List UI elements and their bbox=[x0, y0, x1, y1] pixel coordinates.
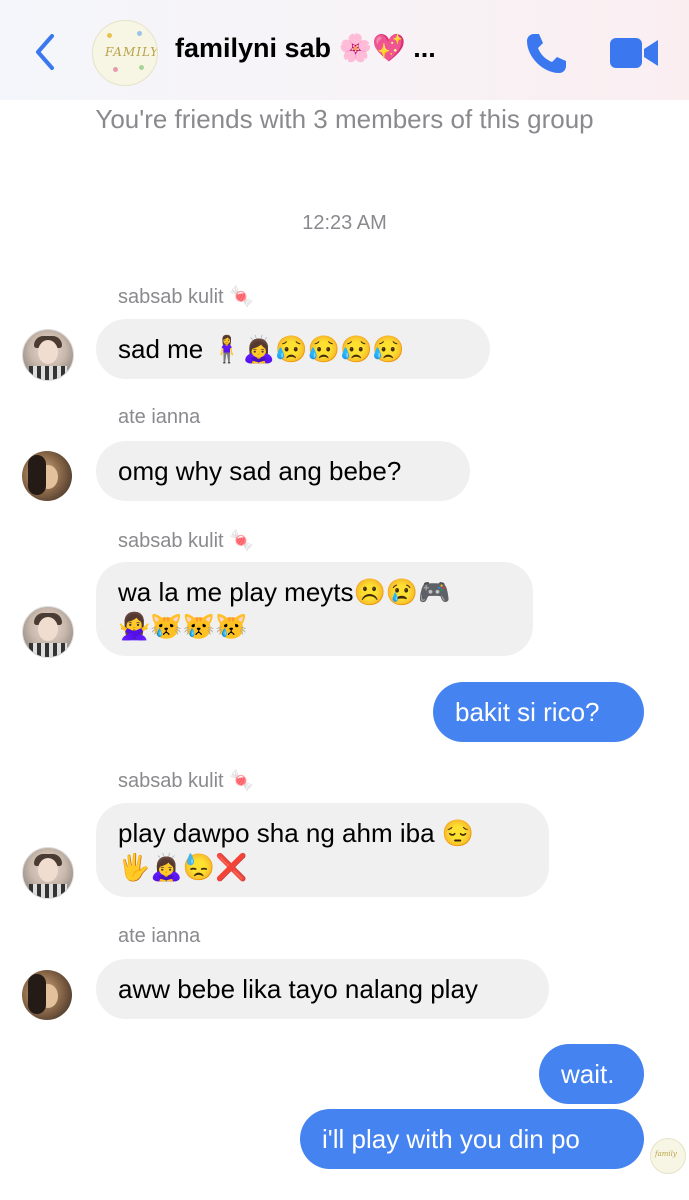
friends-notice: You're friends with 3 members of this gr… bbox=[95, 104, 594, 134]
avatar[interactable] bbox=[22, 970, 72, 1020]
group-avatar[interactable]: FAMILY bbox=[92, 20, 158, 86]
avatar[interactable] bbox=[22, 451, 72, 501]
avatar[interactable] bbox=[22, 606, 74, 658]
phone-icon[interactable] bbox=[524, 30, 570, 76]
sender-name: ate ianna bbox=[118, 406, 201, 428]
message-bubble[interactable]: aww bebe lika tayo nalang play bbox=[96, 959, 549, 1019]
chevron-left-icon[interactable] bbox=[30, 30, 60, 74]
message-bubble[interactable]: omg why sad ang bebe? bbox=[96, 441, 470, 501]
message-bubble-outgoing[interactable]: i'll play with you din po bbox=[300, 1109, 644, 1169]
seen-avatar: family bbox=[650, 1138, 686, 1174]
avatar[interactable] bbox=[22, 847, 74, 899]
sender-name: sabsab kulit 🍬 bbox=[118, 770, 255, 792]
message-bubble[interactable]: sad me 🧍‍♀️🙇‍♀️😥😥😥😥 bbox=[96, 319, 490, 379]
video-camera-icon[interactable] bbox=[608, 34, 660, 72]
group-name[interactable]: familyni sab 🌸💖 ... bbox=[175, 32, 436, 64]
message-bubble-outgoing[interactable]: bakit si rico? bbox=[433, 682, 644, 742]
message-timestamp: 12:23 AM bbox=[302, 212, 387, 234]
sender-name: sabsab kulit 🍬 bbox=[118, 530, 255, 552]
message-bubble[interactable]: wa la me play meyts☹️😢🎮 🙅‍♀️😿😿😿 bbox=[96, 562, 533, 656]
chat-header: FAMILY familyni sab 🌸💖 ... bbox=[0, 0, 689, 100]
group-avatar-label: FAMILY bbox=[105, 45, 158, 59]
sender-name: ate ianna bbox=[118, 925, 201, 947]
message-bubble[interactable]: play dawpo sha ng ahm iba 😔 🖐🙇‍♀️😓❌ bbox=[96, 803, 549, 897]
message-bubble-outgoing[interactable]: wait. bbox=[539, 1044, 644, 1104]
sender-name: sabsab kulit 🍬 bbox=[118, 286, 255, 308]
avatar[interactable] bbox=[22, 329, 74, 381]
